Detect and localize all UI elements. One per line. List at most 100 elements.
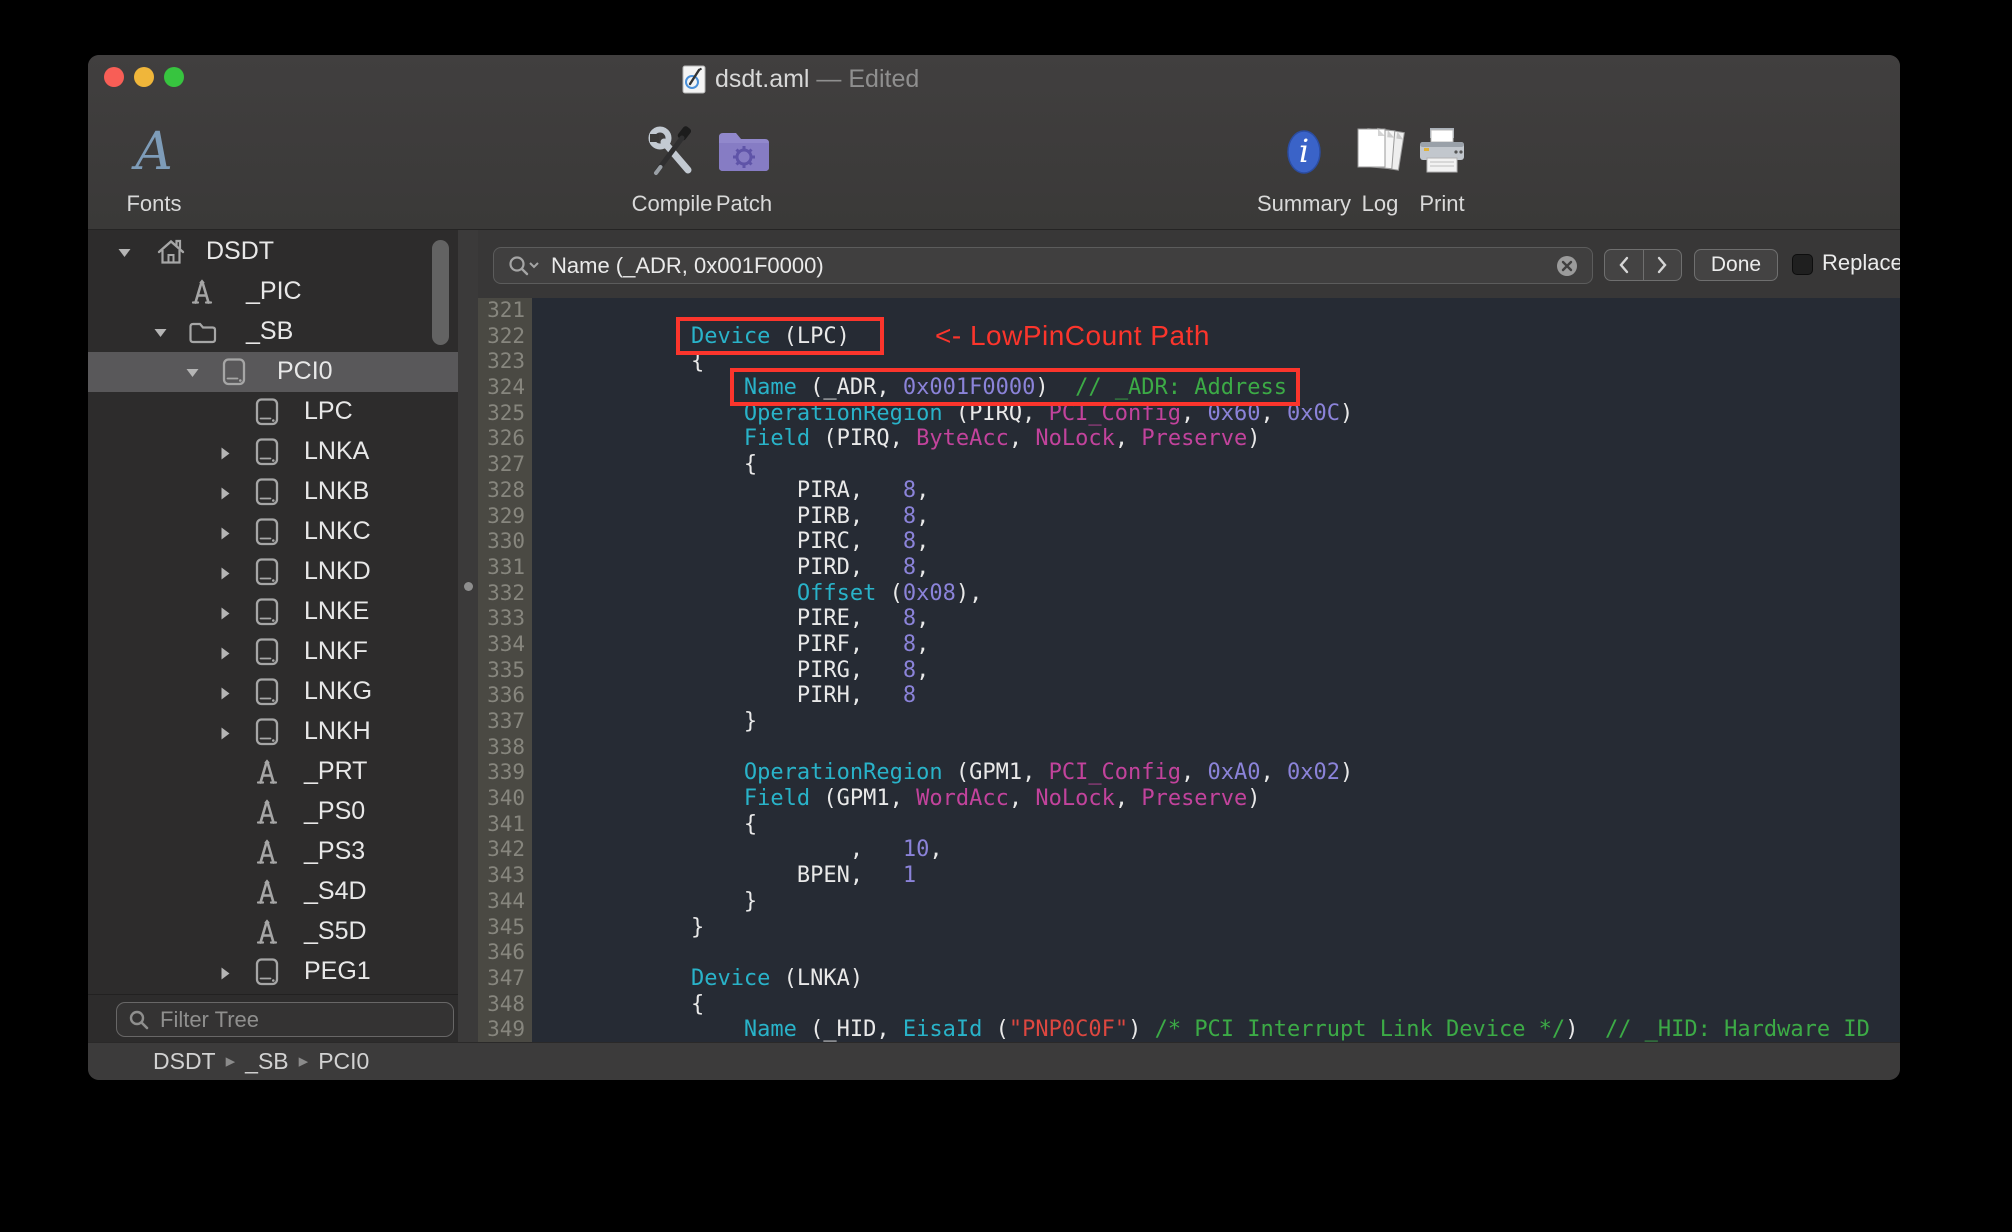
find-previous-button[interactable] <box>1605 250 1644 280</box>
code-line-340: Field (GPM1, WordAcc, NoLock, Preserve) <box>743 786 1261 812</box>
fonts-button[interactable]: A Fonts <box>88 113 229 219</box>
method-icon <box>252 837 282 867</box>
method-icon <box>187 277 217 307</box>
line-number: 344 <box>487 888 525 913</box>
document-proxy-icon[interactable] <box>682 65 706 94</box>
disclosure-closed-icon[interactable] <box>218 966 231 981</box>
print-button[interactable]: Print <box>1367 113 1517 219</box>
disclosure-closed-icon[interactable] <box>218 686 231 701</box>
disclosure-closed-icon[interactable] <box>218 446 231 461</box>
sidebar-item-lnka[interactable]: LNKA <box>88 432 458 472</box>
code-line-326: Field (PIRQ, ByteAcc, NoLock, Preserve) <box>743 426 1261 452</box>
fonts-icon: A <box>135 122 173 182</box>
sidebar-item-pic[interactable]: _PIC <box>88 272 458 312</box>
disclosure-closed-icon[interactable] <box>218 566 231 581</box>
sidebar-item-ps0[interactable]: _PS0 <box>88 792 458 832</box>
search-icon <box>128 1009 150 1031</box>
zoom-button[interactable] <box>164 67 184 87</box>
disclosure-closed-icon[interactable] <box>218 526 231 541</box>
code-line-329: PIRB, 8, <box>532 503 930 529</box>
find-input[interactable]: Name (_ADR, 0x001F0000) <box>493 247 1593 284</box>
sidebar-item-lnkd[interactable]: LNKD <box>88 552 458 592</box>
patch-button[interactable]: Patch <box>669 113 819 219</box>
navigation-tree-sidebar: DSDT _PIC _SB PCI0 LPC LNKA LNKB LNKC LNKD LNKE LN… <box>88 230 458 1042</box>
sidebar-item-peg1[interactable]: PEG1 <box>88 952 458 992</box>
device-icon <box>252 517 282 547</box>
sidebar-item-s5d[interactable]: _S5D <box>88 912 458 952</box>
search-menu-icon[interactable] <box>507 254 539 278</box>
sidebar-item-lnkg[interactable]: LNKG <box>88 672 458 712</box>
disclosure-closed-icon[interactable] <box>218 606 231 621</box>
device-icon <box>219 357 249 387</box>
window-title: dsdt.aml — Edited <box>715 64 920 93</box>
line-number: 341 <box>487 811 525 836</box>
lowpincount-annotation: <- LowPinCount Path <box>935 320 1210 351</box>
sidebar-item-s4d[interactable]: _S4D <box>88 872 458 912</box>
sidebar-item-prt[interactable]: _PRT <box>88 752 458 792</box>
clear-search-icon[interactable] <box>1556 255 1578 277</box>
breadcrumb-sb[interactable]: _SB <box>245 1048 288 1075</box>
line-number: 331 <box>487 554 525 579</box>
print-label: Print <box>1419 191 1465 216</box>
sidebar-item-lpc[interactable]: LPC <box>88 392 458 432</box>
replace-checkbox[interactable] <box>1792 254 1813 275</box>
sidebar-item-lnkc[interactable]: LNKC <box>88 512 458 552</box>
window-title-block: dsdt.aml — Edited <box>682 63 919 95</box>
tree-item-label: LNKC <box>304 517 371 545</box>
minimize-button[interactable] <box>134 67 154 87</box>
breadcrumb-dsdt[interactable]: DSDT <box>153 1048 216 1075</box>
patch-icon <box>716 113 772 191</box>
sidebar-item-lnkh[interactable]: LNKH <box>88 712 458 752</box>
sidebar-item-lnke[interactable]: LNKE <box>88 592 458 632</box>
line-number: 334 <box>487 631 525 656</box>
disclosure-open-icon[interactable] <box>117 246 132 259</box>
line-number: 325 <box>487 400 525 425</box>
breadcrumb-pci0[interactable]: PCI0 <box>318 1048 369 1075</box>
tree-item-label: LPC <box>304 397 353 425</box>
find-bar: Name (_ADR, 0x001F0000) Done Replace <box>478 230 1900 298</box>
tree-item-label: LNKE <box>304 597 370 625</box>
sidebar-item-dsdt[interactable]: DSDT <box>88 232 458 272</box>
disclosure-open-icon[interactable] <box>153 326 168 339</box>
code-line-347: Device (LNKA) <box>690 965 864 991</box>
print-icon <box>1415 113 1469 191</box>
code-line-334: PIRF, 8, <box>532 631 930 657</box>
line-number: 327 <box>487 452 525 477</box>
method-icon <box>252 757 282 787</box>
line-number: 335 <box>487 657 525 682</box>
home-icon <box>155 237 187 267</box>
code-editor[interactable]: 321 322 323 324 325 326 327 328 329 330 331 332 333 3… <box>478 298 1900 1042</box>
disclosure-closed-icon[interactable] <box>218 486 231 501</box>
disclosure-open-icon[interactable] <box>185 366 200 379</box>
code-line-331: PIRD, 8, <box>532 554 930 580</box>
line-number: 343 <box>487 863 525 888</box>
highlight-box-name-adr <box>730 368 1300 406</box>
close-button[interactable] <box>104 67 124 87</box>
window-chrome: dsdt.aml — Edited A Fonts Compile Patch … <box>88 55 1900 230</box>
fonts-label: Fonts <box>126 191 182 216</box>
breadcrumb-separator-icon: ▸ <box>298 1051 309 1072</box>
tree-item-label: _PS0 <box>304 797 366 825</box>
find-next-button[interactable] <box>1644 250 1682 280</box>
sidebar-item-lnkf[interactable]: LNKF <box>88 632 458 672</box>
editor-pane: Name (_ADR, 0x001F0000) Done Replace 321… <box>478 230 1900 1042</box>
filter-divider <box>88 994 458 995</box>
disclosure-closed-icon[interactable] <box>218 726 231 741</box>
disclosure-closed-icon[interactable] <box>218 646 231 661</box>
line-number: 330 <box>487 529 525 554</box>
done-button[interactable]: Done <box>1694 249 1778 281</box>
sidebar-item-pci0[interactable]: PCI0 <box>88 352 458 392</box>
sidebar-item-lnkb[interactable]: LNKB <box>88 472 458 512</box>
sidebar-scrollbar-thumb[interactable] <box>432 240 449 345</box>
code-line-337: } <box>532 709 758 734</box>
sidebar-item-ps3[interactable]: _PS3 <box>88 832 458 872</box>
pane-splitter[interactable] <box>458 230 478 1042</box>
filter-tree-input[interactable]: Filter Tree <box>116 1002 454 1037</box>
device-icon <box>252 557 282 587</box>
sidebar-item-sb[interactable]: _SB <box>88 312 458 352</box>
device-icon <box>252 957 282 987</box>
replace-label: Replace <box>1822 250 1900 275</box>
line-number: 339 <box>487 760 525 785</box>
